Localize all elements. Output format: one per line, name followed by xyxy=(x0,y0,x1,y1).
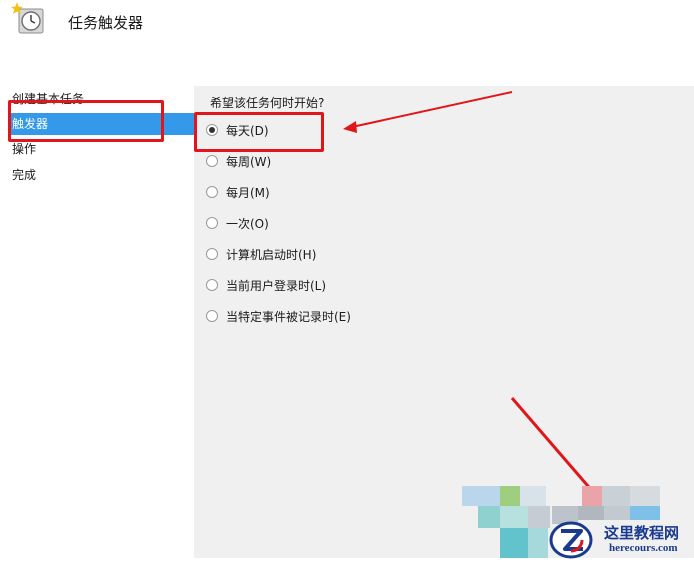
option-once[interactable]: 一次(O) xyxy=(206,213,269,233)
task-scheduler-clock-icon xyxy=(11,2,44,34)
wizard-step-sidebar: 创建基本任务 触发器 操作 完成 xyxy=(8,86,194,558)
annotation-box-daily xyxy=(194,112,324,152)
radio-button[interactable] xyxy=(206,310,218,322)
annotation-box-trigger xyxy=(8,100,164,142)
task-wizard-window: 任务触发器 创建基本任务 触发器 操作 完成 希望该任务何时开始? 每天(D) … xyxy=(0,0,694,564)
radio-button[interactable] xyxy=(206,155,218,167)
watermark-site-name: 这里教程网 xyxy=(604,524,680,542)
radio-button[interactable] xyxy=(206,279,218,291)
option-monthly[interactable]: 每月(M) xyxy=(206,182,270,202)
wizard-header: 任务触发器 xyxy=(0,0,694,86)
option-label: 每周(W) xyxy=(226,154,272,169)
site-logo-icon xyxy=(549,521,593,559)
option-label: 计算机启动时(H) xyxy=(226,247,317,262)
option-label: 当特定事件被记录时(E) xyxy=(226,309,351,324)
option-on-event[interactable]: 当特定事件被记录时(E) xyxy=(206,306,351,326)
option-weekly[interactable]: 每周(W) xyxy=(206,151,271,171)
radio-button[interactable] xyxy=(206,186,218,198)
radio-button[interactable] xyxy=(206,217,218,229)
option-at-startup[interactable]: 计算机启动时(H) xyxy=(206,244,316,264)
sidebar-item-finish[interactable]: 完成 xyxy=(8,164,36,186)
trigger-question: 希望该任务何时开始? xyxy=(210,96,325,110)
option-label: 当前用户登录时(L) xyxy=(226,278,327,293)
radio-button[interactable] xyxy=(206,248,218,260)
watermark-site-url: herecours.com xyxy=(609,542,678,554)
option-label: 一次(O) xyxy=(226,216,269,231)
option-label: 每月(M) xyxy=(226,185,270,200)
option-at-logon[interactable]: 当前用户登录时(L) xyxy=(206,275,326,295)
wizard-title: 任务触发器 xyxy=(68,14,144,32)
